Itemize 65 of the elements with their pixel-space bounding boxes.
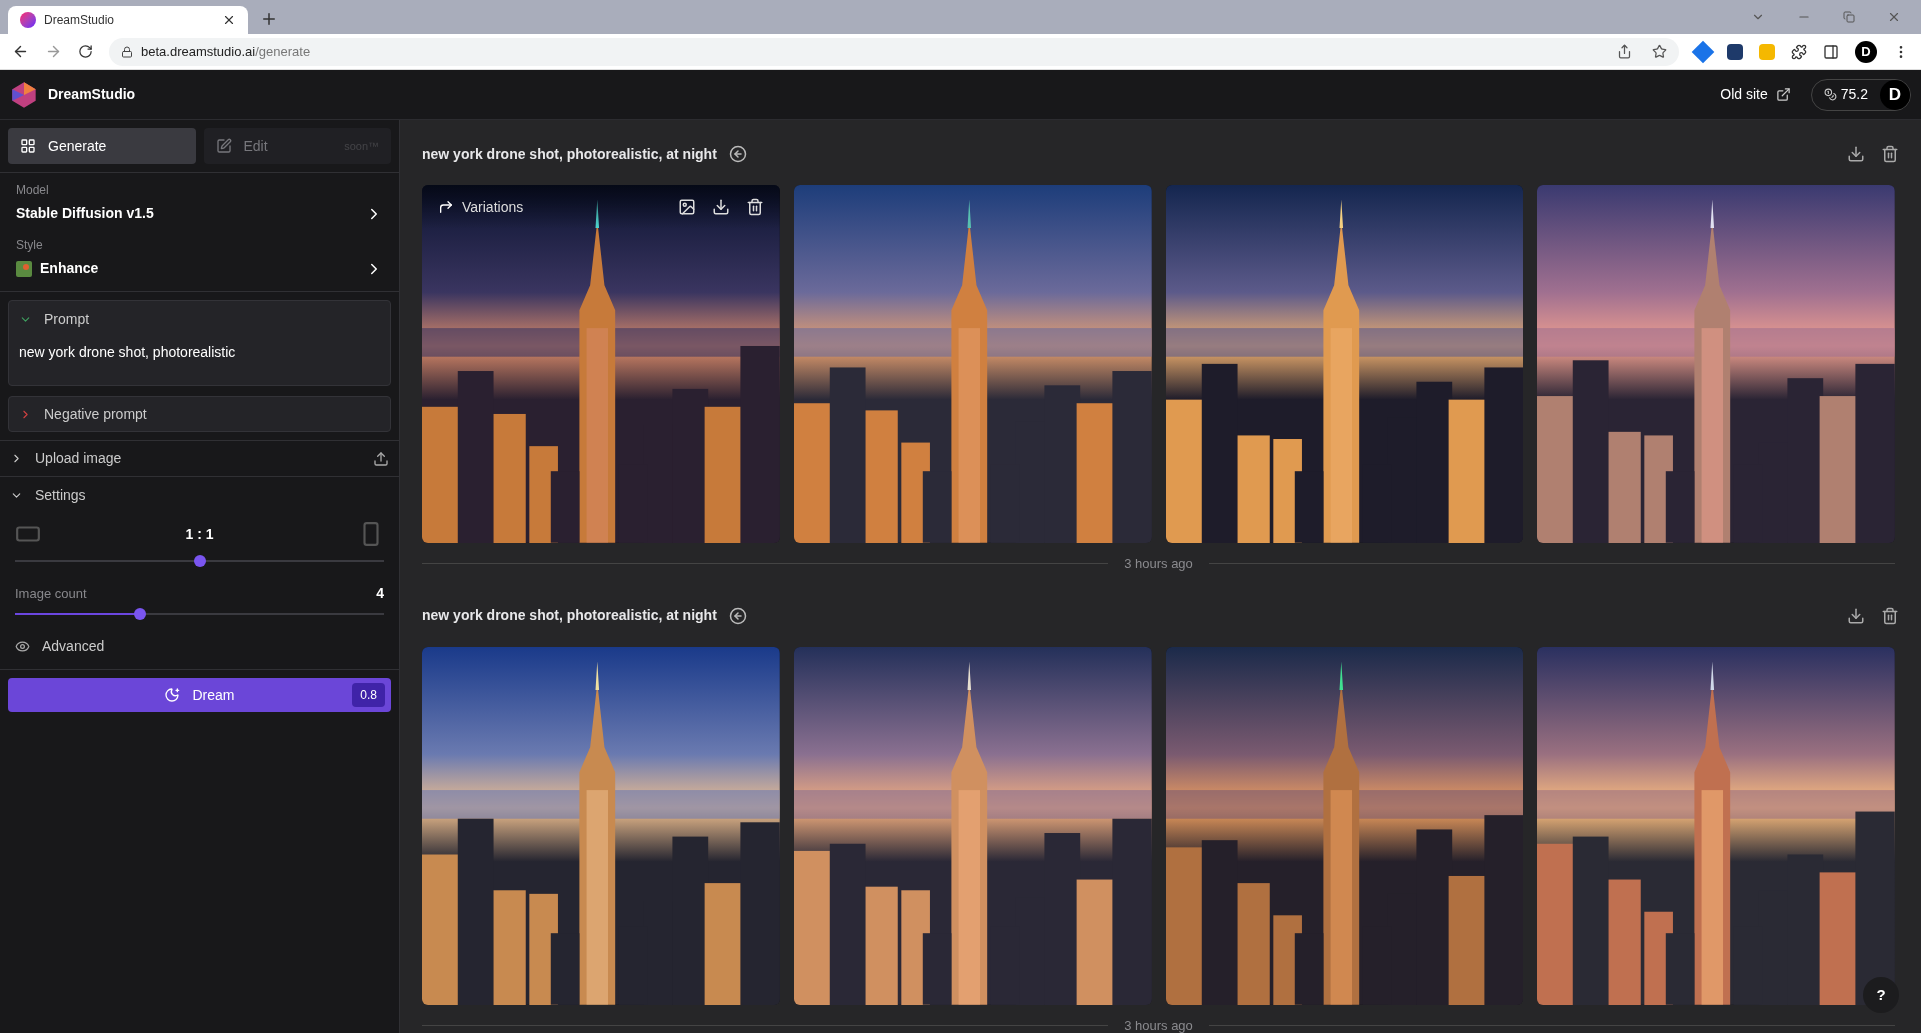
settings-toggle[interactable]: Settings <box>0 477 399 513</box>
share-icon[interactable] <box>1617 44 1632 59</box>
reuse-prompt-icon[interactable] <box>728 606 747 625</box>
upload-icon <box>373 450 389 467</box>
style-label: Style <box>16 237 44 254</box>
advanced-toggle[interactable]: Advanced <box>15 636 384 657</box>
cost-badge: 0.8 <box>352 683 385 707</box>
favicon-icon <box>20 12 36 28</box>
upload-image-row[interactable]: Upload image <box>0 441 399 477</box>
extension-icon[interactable] <box>1727 43 1743 60</box>
profile-avatar[interactable]: D <box>1855 40 1877 63</box>
variations-label[interactable]: Variations <box>462 196 524 218</box>
trash-icon[interactable] <box>1881 606 1899 625</box>
eye-icon <box>15 639 30 654</box>
slider[interactable] <box>15 555 384 567</box>
moon-icon <box>164 687 181 703</box>
style-thumbnail-icon <box>16 260 32 277</box>
ratio-value: 1 : 1 <box>185 524 214 544</box>
lock-icon <box>121 45 133 58</box>
timestamp: 3 hours ago <box>1124 555 1193 573</box>
help-button[interactable]: ? <box>1863 977 1899 1013</box>
prompt-toggle[interactable]: Prompt <box>19 309 380 330</box>
download-icon[interactable] <box>1847 606 1865 625</box>
bookmark-star-icon[interactable] <box>1652 44 1667 59</box>
external-link-icon <box>1775 87 1791 102</box>
prompt-title: new york drone shot, photorealistic, at night <box>422 606 717 626</box>
app-name: DreamStudio <box>48 85 136 104</box>
prompt-title: new york drone shot, photorealistic, at night <box>422 144 717 164</box>
image-icon[interactable] <box>677 198 696 216</box>
close-window-icon[interactable] <box>1887 10 1901 24</box>
new-tab-icon[interactable] <box>260 10 278 28</box>
credits-value: 75.2 <box>1840 85 1868 104</box>
download-icon[interactable] <box>711 198 730 216</box>
slider[interactable] <box>15 608 384 620</box>
reuse-prompt-icon[interactable] <box>728 145 747 163</box>
logo-icon <box>10 80 38 109</box>
close-icon[interactable] <box>222 13 236 27</box>
variations-icon[interactable] <box>438 199 454 215</box>
trash-icon[interactable] <box>745 198 764 216</box>
timestamp: 3 hours ago <box>1124 1016 1193 1033</box>
dream-button[interactable]: Dream 0.8 <box>8 678 391 712</box>
style-selector[interactable]: Enhance <box>16 258 383 279</box>
url-text: beta.dreamstudio.ai/generate <box>141 42 311 61</box>
edit-icon <box>215 138 232 154</box>
old-site-link[interactable]: Old site <box>1720 84 1791 105</box>
reload-icon[interactable] <box>78 44 93 59</box>
browser-tab[interactable]: DreamStudio <box>8 6 248 34</box>
extensions-icon[interactable] <box>1791 43 1807 60</box>
trash-icon[interactable] <box>1881 145 1899 163</box>
prompt-input[interactable]: new york drone shot, photorealistic <box>19 342 380 372</box>
coins-icon <box>1823 88 1837 101</box>
forward-icon[interactable] <box>45 43 62 60</box>
image-count-label: Image count <box>15 584 87 603</box>
image-count-value: 4 <box>376 584 384 603</box>
mode-tab[interactable]: Generate <box>8 128 196 164</box>
side-panel-icon[interactable] <box>1823 43 1839 60</box>
grid-icon <box>20 138 36 154</box>
user-avatar[interactable]: D <box>1880 79 1910 110</box>
tab-title: DreamStudio <box>44 12 116 29</box>
back-icon[interactable] <box>12 43 29 60</box>
download-icon[interactable] <box>1847 145 1865 163</box>
model-label: Model <box>16 182 50 199</box>
model-selector[interactable]: Stable Diffusion v1.5 <box>16 203 383 224</box>
address-bar[interactable]: beta.dreamstudio.ai/generate <box>109 37 1679 66</box>
negative-prompt-toggle[interactable]: Negative prompt <box>8 396 391 432</box>
